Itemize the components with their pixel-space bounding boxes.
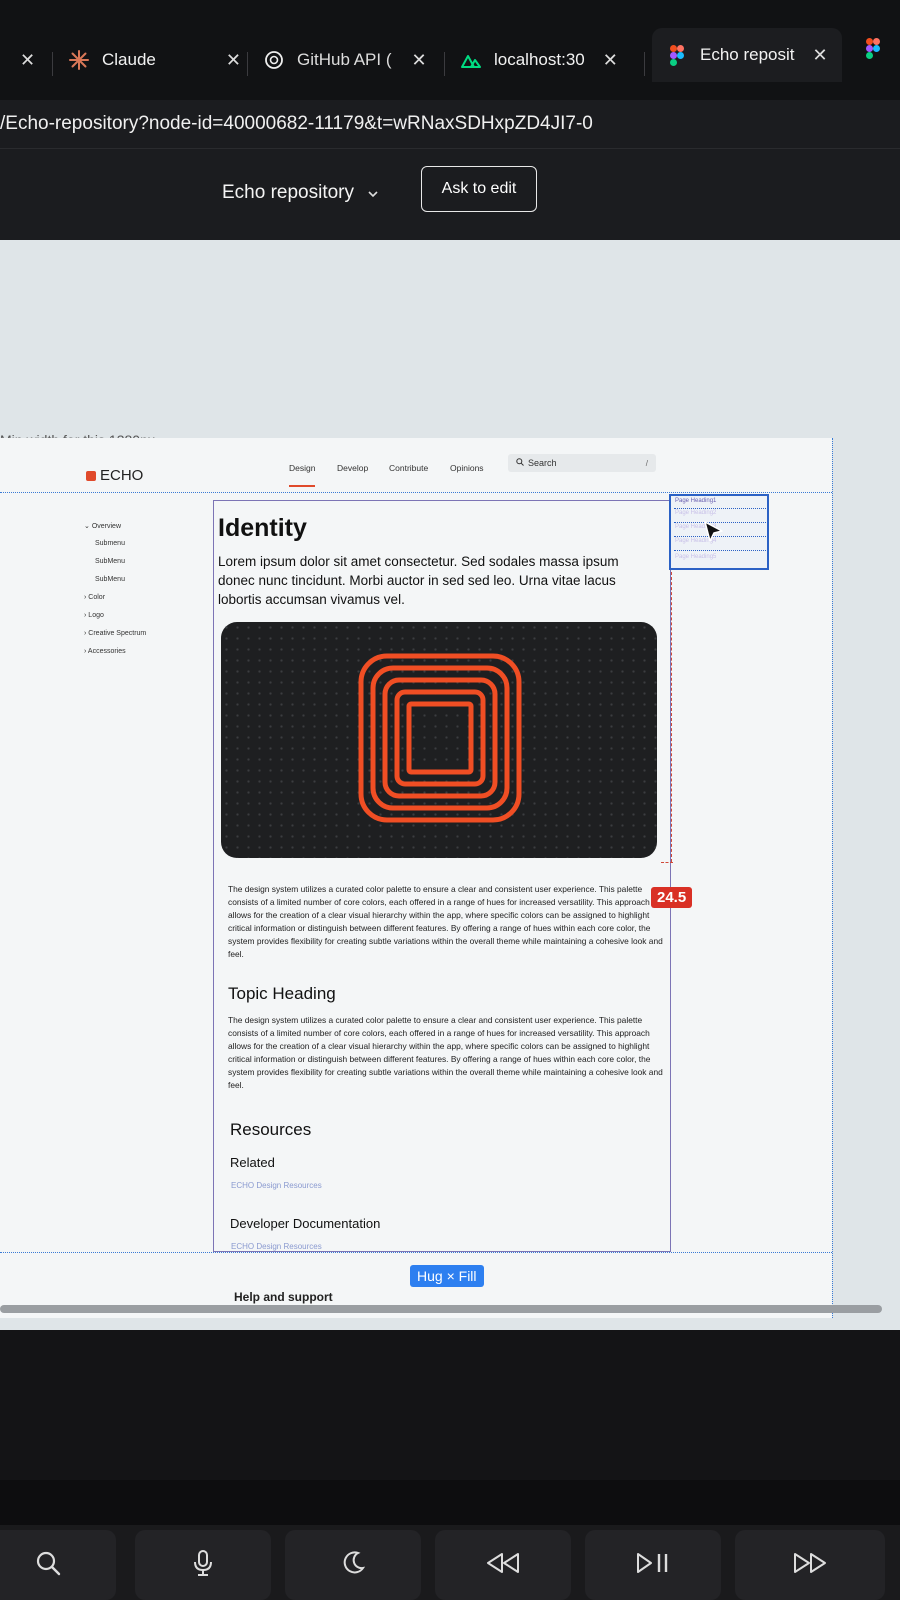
sidebar-item-logo[interactable]: › Logo xyxy=(84,612,104,619)
sidebar-item-label: Logo xyxy=(88,612,104,619)
dictation-key[interactable] xyxy=(135,1530,271,1600)
close-icon[interactable]: ✕ xyxy=(603,50,618,71)
tab-label: GitHub API ( xyxy=(297,50,392,69)
tab-localhost[interactable]: localhost:30 ✕ xyxy=(460,38,618,82)
moon-icon xyxy=(340,1550,366,1581)
search-shortcut: / xyxy=(645,458,648,468)
sidebar-item-submenu[interactable]: Submenu xyxy=(95,540,125,547)
hero-image xyxy=(221,622,657,858)
chevron-down-icon: ⌄ xyxy=(84,523,90,530)
logo-text: ECHO xyxy=(100,467,144,484)
toc-item[interactable]: Page Heading5 xyxy=(675,554,716,560)
layout-guide xyxy=(832,438,833,1318)
nav-design[interactable]: Design xyxy=(289,463,316,487)
resource-link[interactable]: ECHO Design Resources xyxy=(231,1242,322,1251)
concentric-squares-logo xyxy=(358,653,522,823)
device-bezel xyxy=(0,1330,900,1480)
related-heading: Related xyxy=(230,1155,275,1170)
lead-paragraph: Lorem ipsum dolor sit amet consectetur. … xyxy=(218,554,619,607)
sidebar-item-label: Color xyxy=(88,594,106,601)
search-icon xyxy=(516,458,524,468)
tab-separator xyxy=(247,52,248,76)
sidebar-item-label: Creative Spectrum xyxy=(88,630,147,637)
rewind-key[interactable] xyxy=(435,1530,571,1600)
play-pause-icon xyxy=(635,1552,671,1579)
tab-close-leading[interactable]: ✕ xyxy=(20,38,35,82)
page-title: Identity xyxy=(218,514,307,542)
figma-icon[interactable] xyxy=(866,38,880,64)
nuxt-icon xyxy=(460,49,482,71)
browser-tab-bar: ✕ Claude ✕ GitHub API ( ✕ localhost:30 ✕… xyxy=(0,0,900,110)
sidebar-item-label: Overview xyxy=(91,523,122,530)
dimension-badge: 24.5 xyxy=(651,887,693,908)
openai-icon xyxy=(263,49,285,71)
fast-forward-key[interactable] xyxy=(735,1530,885,1600)
horizontal-scrollbar[interactable] xyxy=(0,1305,882,1313)
topic-heading: Topic Heading xyxy=(228,984,336,1003)
sidebar-item-label: Accessories xyxy=(87,648,126,655)
tab-separator xyxy=(644,52,645,76)
chevron-right-icon: › xyxy=(84,612,87,619)
body-paragraph: The design system utilizes a curated col… xyxy=(228,884,663,959)
claude-icon xyxy=(68,49,90,71)
help-and-support[interactable]: Help and support xyxy=(234,1290,333,1304)
url-text[interactable]: /Echo-repository?node-id=40000682-11179&… xyxy=(0,113,593,135)
address-bar[interactable]: /Echo-repository?node-id=40000682-11179&… xyxy=(0,100,900,148)
nav-opinions[interactable]: Opinions xyxy=(450,463,484,473)
sidebar-item-accessories[interactable]: › Accessories xyxy=(84,648,126,655)
sidebar-item-creative-spectrum[interactable]: › Creative Spectrum xyxy=(84,630,146,637)
play-pause-key[interactable] xyxy=(585,1530,721,1600)
logo-mark xyxy=(86,470,96,481)
sidebar-item-color[interactable]: › Color xyxy=(84,594,105,601)
file-name-menu[interactable]: Echo repository xyxy=(222,182,378,204)
tab-separator xyxy=(52,52,53,76)
figma-icon xyxy=(666,44,688,66)
tab-label: localhost:30 xyxy=(494,50,585,69)
layout-guide xyxy=(0,1252,832,1253)
layout-guide xyxy=(0,492,832,493)
tab-label: Echo reposit xyxy=(700,45,795,64)
file-name: Echo repository xyxy=(222,182,355,203)
close-icon[interactable]: ✕ xyxy=(411,50,426,71)
hug-fill-badge[interactable]: Hug × Fill xyxy=(410,1265,484,1287)
close-icon[interactable]: ✕ xyxy=(226,50,241,71)
tab-label: Claude xyxy=(102,50,156,69)
toc-divider xyxy=(674,508,766,509)
sidebar-item-submenu[interactable]: SubMenu xyxy=(95,558,125,565)
close-icon[interactable]: ✕ xyxy=(813,45,828,66)
ask-to-edit-button[interactable]: Ask to edit xyxy=(421,166,537,212)
body-paragraph: The design system utilizes a curated col… xyxy=(228,1015,663,1090)
microphone-icon xyxy=(193,1549,213,1582)
fast-forward-icon xyxy=(793,1552,827,1579)
sidebar-item-submenu[interactable]: SubMenu xyxy=(95,576,125,583)
nav-develop[interactable]: Develop xyxy=(337,463,368,473)
chevron-right-icon: › xyxy=(84,630,87,637)
nav-contribute[interactable]: Contribute xyxy=(389,463,428,473)
measurement-guide xyxy=(661,862,673,863)
measurement-guide xyxy=(671,572,672,862)
toc-item[interactable]: Page Heading2 xyxy=(675,510,716,516)
chevron-down-icon xyxy=(368,182,378,204)
search-icon xyxy=(35,1550,61,1581)
toc-item[interactable]: Page Heading1 xyxy=(675,498,716,504)
tab-github-api[interactable]: GitHub API ( ✕ xyxy=(263,38,427,82)
rewind-icon xyxy=(486,1552,520,1579)
close-icon[interactable]: ✕ xyxy=(20,50,35,71)
search-placeholder: Search xyxy=(528,458,557,468)
resources-heading: Resources xyxy=(230,1120,312,1139)
tab-separator xyxy=(444,52,445,76)
chevron-right-icon: › xyxy=(84,648,87,655)
devdocs-heading: Developer Documentation xyxy=(230,1216,381,1231)
resource-link[interactable]: ECHO Design Resources xyxy=(231,1181,322,1190)
search-key[interactable] xyxy=(0,1530,116,1600)
search-input[interactable]: Search / xyxy=(508,454,656,472)
tab-echo-repository[interactable]: Echo reposit ✕ xyxy=(652,28,842,82)
echo-logo[interactable]: ECHO xyxy=(86,467,143,484)
chevron-right-icon: › xyxy=(84,594,87,601)
tab-claude[interactable]: Claude ✕ xyxy=(68,38,241,82)
toc-divider xyxy=(674,550,766,551)
sidebar-item-overview[interactable]: ⌄ Overview xyxy=(84,522,121,530)
cursor-icon xyxy=(703,520,725,549)
focus-key[interactable] xyxy=(285,1530,421,1600)
